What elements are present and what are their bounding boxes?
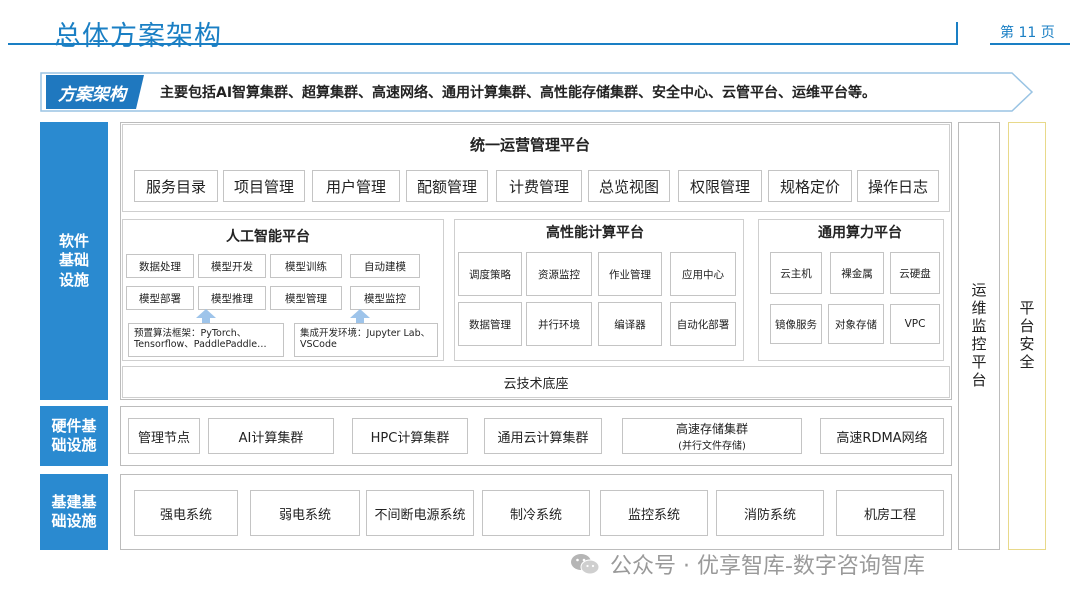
facility-item: 强电系统 <box>134 490 238 536</box>
facility-item: 监控系统 <box>600 490 708 536</box>
facility-item: 弱电系统 <box>250 490 360 536</box>
hardware-item: AI计算集群 <box>208 418 334 454</box>
hpc-item: 并行环境 <box>526 302 592 346</box>
platform-security-column: 平台安全 <box>1008 122 1046 550</box>
rdma-network: 高速RDMA网络 <box>820 418 944 454</box>
general-item: VPC <box>890 304 940 344</box>
hardware-item: 通用云计算集群 <box>484 418 602 454</box>
ops-monitoring-label: 运维监控平台 <box>969 282 988 390</box>
platform-security-label: 平台安全 <box>1017 300 1036 372</box>
ai-item: 模型部署 <box>126 286 194 310</box>
facility-item: 制冷系统 <box>482 490 590 536</box>
ai-platform-title: 人工智能平台 <box>226 229 310 245</box>
hpc-item: 编译器 <box>598 302 662 346</box>
ops-platform-title: 统一运营管理平台 <box>470 136 591 154</box>
general-item: 云主机 <box>770 252 822 294</box>
layer-label-software: 软件 基础 设施 <box>40 122 108 400</box>
ops-item: 配额管理 <box>406 170 488 202</box>
ai-item: 自动建模 <box>350 254 420 278</box>
ai-item: 数据处理 <box>126 254 194 278</box>
storage-cluster-label: 高速存储集群 <box>675 422 748 436</box>
page-number-underline <box>990 43 1070 45</box>
general-item: 裸金属 <box>830 252 884 294</box>
storage-cluster-sublabel: (并行文件存储) <box>678 441 746 452</box>
ai-ide-note: 集成开发环境：Jupyter Lab、VSCode <box>294 323 438 357</box>
ops-item: 权限管理 <box>678 170 762 202</box>
ops-item: 规格定价 <box>768 170 852 202</box>
layer-label-hardware: 硬件基 础设施 <box>40 406 108 466</box>
ops-item: 用户管理 <box>312 170 400 202</box>
ops-item: 总览视图 <box>588 170 670 202</box>
general-platform-title: 通用算力平台 <box>818 225 902 241</box>
ai-framework-note: 预置算法框架：PyTorch、Tensorflow、PaddlePaddle… <box>128 323 284 357</box>
watermark: 公众号 · 优享智库-数字咨询智库 <box>570 548 925 580</box>
wechat-icon <box>571 554 600 575</box>
hardware-item: 管理节点 <box>128 418 200 454</box>
ai-item: 模型推理 <box>198 286 266 310</box>
cloud-base: 云技术底座 <box>122 366 950 398</box>
facility-item: 消防系统 <box>716 490 824 536</box>
ops-item: 服务目录 <box>134 170 218 202</box>
ai-item: 模型管理 <box>270 286 342 310</box>
hpc-platform-title: 高性能计算平台 <box>546 225 644 241</box>
general-item: 云硬盘 <box>890 252 940 294</box>
hpc-item: 自动化部署 <box>670 302 736 346</box>
hpc-item: 调度策略 <box>458 252 522 296</box>
banner-text: 主要包括AI智算集群、超算集群、高速网络、通用计算集群、高性能存储集群、安全中心… <box>160 85 877 101</box>
page-number: 第 11 页 <box>1000 25 1055 41</box>
facility-item: 不间断电源系统 <box>366 490 474 536</box>
page-title: 总体方案架构 <box>54 21 222 52</box>
ops-monitoring-column: 运维监控平台 <box>958 122 1000 550</box>
layer-label-facility: 基建基 础设施 <box>40 474 108 550</box>
ai-item: 模型开发 <box>198 254 266 278</box>
title-underline <box>8 43 958 45</box>
general-item: 镜像服务 <box>770 304 822 344</box>
hpc-item: 作业管理 <box>598 252 662 296</box>
banner-label: 方案架构 <box>58 84 126 105</box>
hpc-item: 资源监控 <box>526 252 592 296</box>
ops-item: 项目管理 <box>223 170 305 202</box>
watermark-text: 公众号 · 优享智库-数字咨询智库 <box>610 554 925 579</box>
ai-item: 模型训练 <box>270 254 342 278</box>
hpc-item: 应用中心 <box>670 252 736 296</box>
hardware-item: HPC计算集群 <box>352 418 468 454</box>
facility-item: 机房工程 <box>836 490 944 536</box>
ops-item: 计费管理 <box>496 170 582 202</box>
ai-item: 模型监控 <box>350 286 420 310</box>
general-item: 对象存储 <box>828 304 884 344</box>
hpc-item: 数据管理 <box>458 302 522 346</box>
title-divider <box>956 22 958 44</box>
ops-item: 操作日志 <box>857 170 939 202</box>
storage-cluster: 高速存储集群 (并行文件存储) <box>622 418 802 454</box>
